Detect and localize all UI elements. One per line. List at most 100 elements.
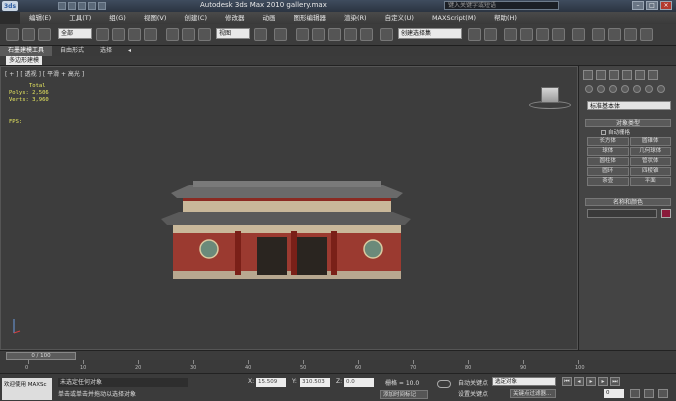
key-filters-button[interactable]: 关键点过滤器... <box>510 389 556 398</box>
autogrid-checkbox[interactable]: 自动栅格 <box>601 128 630 136</box>
save-icon[interactable] <box>78 2 86 10</box>
space-warps-icon[interactable] <box>645 85 653 93</box>
auto-key-button[interactable]: 自动关键点 <box>458 378 488 387</box>
material-editor-icon[interactable] <box>572 28 585 41</box>
sphere-button[interactable]: 球体 <box>587 147 629 156</box>
set-key-button[interactable]: 设置关键点 <box>458 389 488 398</box>
lights-icon[interactable] <box>609 85 617 93</box>
display-tab-icon[interactable] <box>635 70 645 80</box>
current-frame-input[interactable]: 0 <box>604 389 624 398</box>
torus-button[interactable]: 圆环 <box>587 167 629 176</box>
menu-logo-icon[interactable] <box>0 12 20 24</box>
edit-named-selection-icon[interactable] <box>380 28 393 41</box>
create-tab-icon[interactable] <box>583 70 593 80</box>
named-selection-set-select[interactable]: 创建选择集 <box>398 28 462 39</box>
open-icon[interactable] <box>68 2 76 10</box>
x-coordinate[interactable]: 15.509 <box>256 378 286 387</box>
select-manipulate-icon[interactable] <box>274 28 287 41</box>
menu-maxscript[interactable]: MAXScript(M) <box>423 12 485 24</box>
reference-coordinate-select[interactable]: 视图 <box>216 28 250 39</box>
y-coordinate[interactable]: 310.503 <box>300 378 330 387</box>
bind-space-warp-icon[interactable] <box>38 28 51 41</box>
keyboard-shortcut-icon[interactable] <box>296 28 309 41</box>
time-slider[interactable]: 0 / 100 <box>6 352 76 360</box>
motion-tab-icon[interactable] <box>622 70 632 80</box>
spinner-snap-icon[interactable] <box>360 28 373 41</box>
object-type-rollout[interactable]: 对象类型 <box>585 119 671 127</box>
schematic-view-icon[interactable] <box>552 28 565 41</box>
go-to-end-icon[interactable]: ⏭ <box>610 377 620 386</box>
mirror-icon[interactable] <box>468 28 481 41</box>
maxscript-listener[interactable]: 欢迎使用 MAXSc <box>2 378 52 400</box>
box-button[interactable]: 长方体 <box>587 137 629 146</box>
menu-create[interactable]: 创建(C) <box>175 12 216 24</box>
utilities-tab-icon[interactable] <box>648 70 658 80</box>
redo-icon[interactable] <box>98 2 106 10</box>
menu-help[interactable]: 帮助(H) <box>485 12 526 24</box>
helpers-icon[interactable] <box>633 85 641 93</box>
app-logo-icon[interactable]: 3ds <box>2 1 18 11</box>
new-icon[interactable] <box>58 2 66 10</box>
rotate-icon[interactable] <box>182 28 195 41</box>
zoom-icon[interactable] <box>644 389 654 398</box>
snaps-toggle-icon[interactable] <box>312 28 325 41</box>
chinese-gate-model[interactable] <box>161 181 411 279</box>
plane-button[interactable]: 平面 <box>629 177 671 186</box>
pivot-center-icon[interactable] <box>254 28 267 41</box>
menu-edit[interactable]: 编辑(E) <box>20 12 60 24</box>
tube-button[interactable]: 管状体 <box>629 157 671 166</box>
geometry-icon[interactable] <box>585 85 593 93</box>
menu-animation[interactable]: 动画 <box>254 12 285 24</box>
quick-render-icon[interactable] <box>624 28 637 41</box>
move-icon[interactable] <box>166 28 179 41</box>
rendered-frame-window-icon[interactable] <box>608 28 621 41</box>
layer-manager-icon[interactable] <box>504 28 517 41</box>
perspective-viewport[interactable]: [ + ] [ 透视 ] [ 平滑 + 高光 ] Total Polys: 2,… <box>0 66 578 350</box>
ribbon-options-icon[interactable]: ◂ <box>120 46 139 56</box>
select-by-name-icon[interactable] <box>112 28 125 41</box>
object-name-input[interactable] <box>587 209 657 218</box>
rectangular-selection-icon[interactable] <box>128 28 141 41</box>
menu-graph-editors[interactable]: 图形编辑器 <box>285 12 336 24</box>
menu-views[interactable]: 视图(V) <box>135 12 176 24</box>
menu-tools[interactable]: 工具(T) <box>60 12 100 24</box>
shapes-icon[interactable] <box>597 85 605 93</box>
menu-group[interactable]: 组(G) <box>100 12 135 24</box>
auto-key-filter-select[interactable]: 选定对象 <box>492 377 556 386</box>
key-icon[interactable] <box>437 380 451 388</box>
scale-icon[interactable] <box>198 28 211 41</box>
percent-snap-icon[interactable] <box>344 28 357 41</box>
unlink-icon[interactable] <box>22 28 35 41</box>
select-object-icon[interactable] <box>96 28 109 41</box>
add-time-tag-button[interactable]: 添加时间标记 <box>380 390 428 399</box>
undo-icon[interactable] <box>88 2 96 10</box>
modify-tab-icon[interactable] <box>596 70 606 80</box>
menu-rendering[interactable]: 渲染(R) <box>335 12 376 24</box>
name-color-rollout[interactable]: 名称和颜色 <box>585 198 671 206</box>
orbit-icon[interactable] <box>658 389 668 398</box>
polygon-modeling-button[interactable]: 多边形建模 <box>6 56 43 65</box>
previous-frame-icon[interactable]: ◂ <box>574 377 584 386</box>
curve-editor-icon[interactable] <box>536 28 549 41</box>
primitive-category-select[interactable]: 标准基本体 <box>587 101 671 110</box>
cone-button[interactable]: 圆锥体 <box>629 137 671 146</box>
minimize-icon[interactable]: – <box>632 1 644 10</box>
tab-selection[interactable]: 选择 <box>92 46 120 56</box>
geosphere-button[interactable]: 几何球体 <box>629 147 671 156</box>
go-to-start-icon[interactable]: ⏮ <box>562 377 572 386</box>
tab-freeform[interactable]: 自由形式 <box>52 46 92 56</box>
render-teapot-icon[interactable] <box>640 28 653 41</box>
menu-customize[interactable]: 自定义(U) <box>376 12 423 24</box>
hierarchy-tab-icon[interactable] <box>609 70 619 80</box>
play-icon[interactable]: ▸ <box>586 377 596 386</box>
render-setup-icon[interactable] <box>592 28 605 41</box>
object-color-swatch[interactable] <box>661 209 671 218</box>
cylinder-button[interactable]: 圆柱体 <box>587 157 629 166</box>
help-search-input[interactable]: 键入关键字或短语 <box>444 1 559 10</box>
track-bar[interactable]: 0 10 20 30 40 50 60 70 80 90 100 <box>0 360 676 374</box>
systems-icon[interactable] <box>657 85 665 93</box>
time-config-icon[interactable] <box>630 389 640 398</box>
menu-modifiers[interactable]: 修改器 <box>216 12 254 24</box>
align-icon[interactable] <box>484 28 497 41</box>
selection-filter-select[interactable]: 全部 <box>58 28 92 39</box>
